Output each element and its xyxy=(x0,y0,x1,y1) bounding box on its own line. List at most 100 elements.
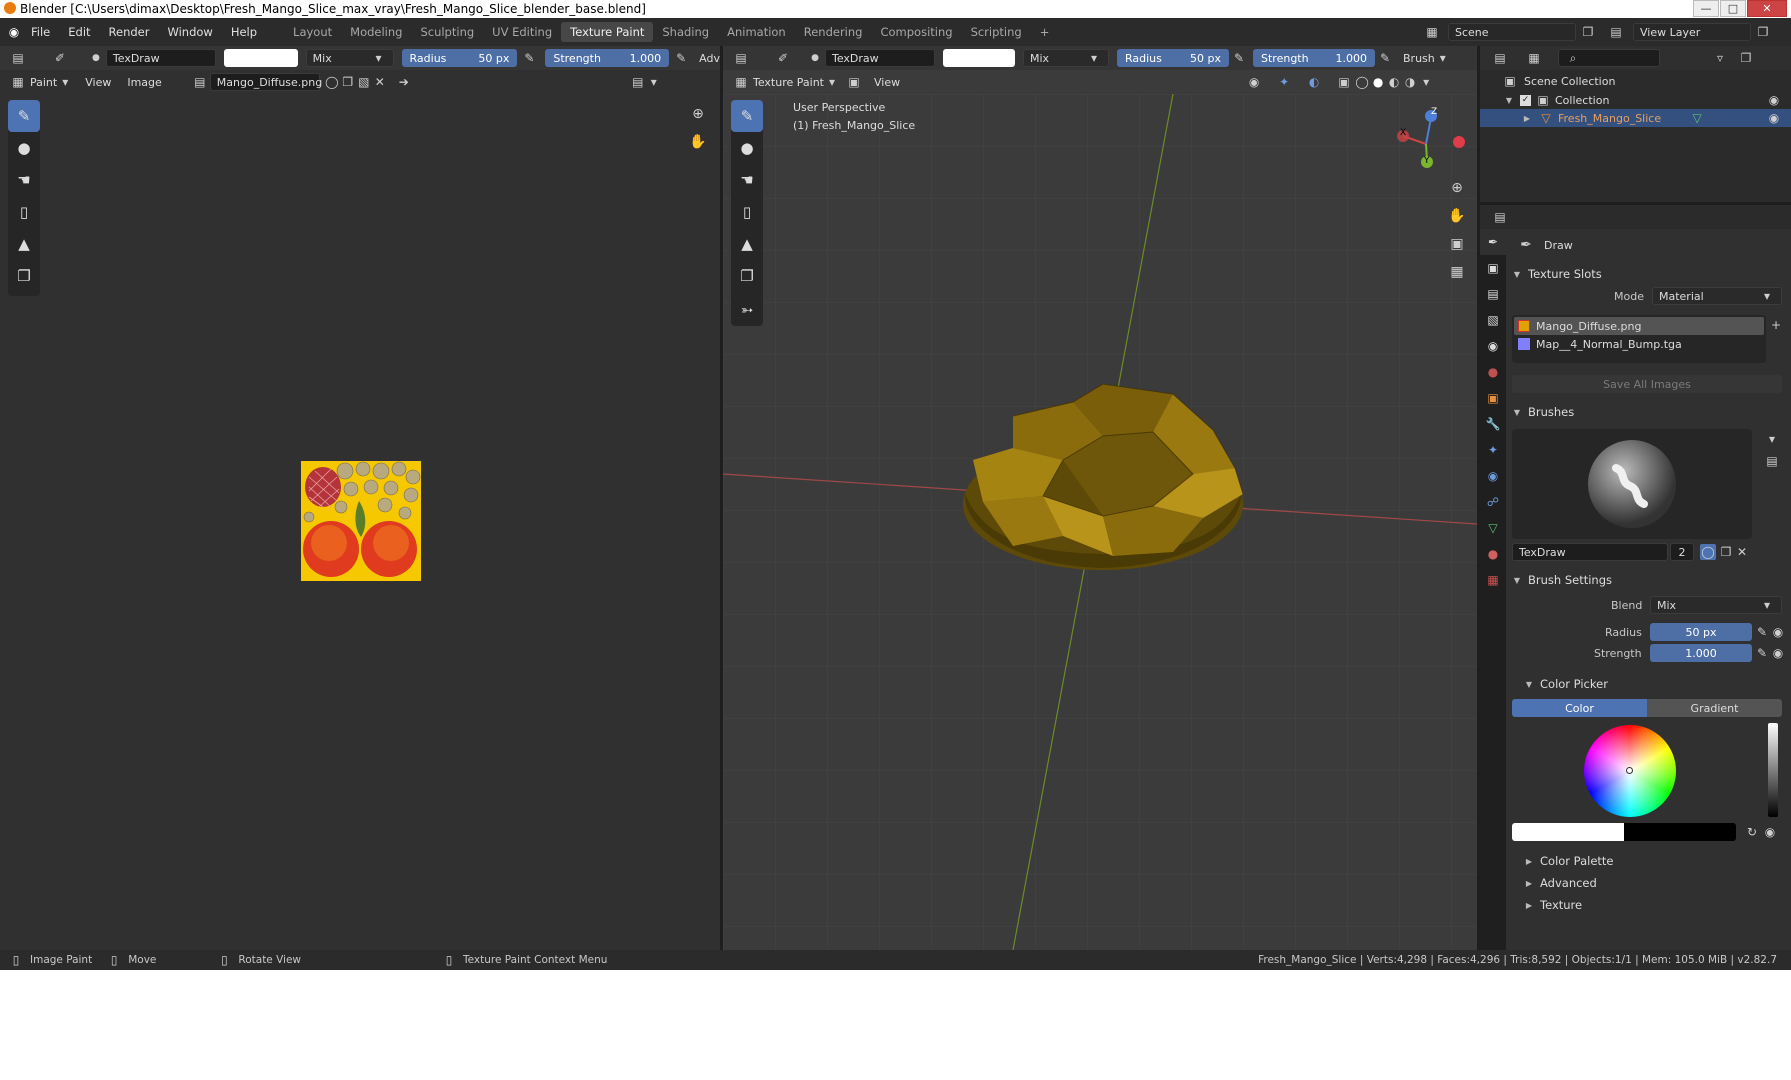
wireframe-shading-icon[interactable]: ◯ xyxy=(1354,74,1370,90)
color-cursor[interactable] xyxy=(1626,767,1633,774)
blend-dropdown[interactable]: Mix ▾ xyxy=(305,49,394,67)
tab-scripting[interactable]: Scripting xyxy=(962,22,1031,42)
tab-compositing[interactable]: Compositing xyxy=(871,22,961,42)
outliner-row-object[interactable]: ▶ ▽ Fresh_Mango_Slice ▽ ◉ xyxy=(1480,109,1791,127)
brushes-panel-header[interactable]: ▼ Brushes xyxy=(1512,401,1574,423)
xray-icon[interactable]: ▣ xyxy=(1336,74,1352,90)
smear-tool-icon[interactable]: ☚ xyxy=(8,164,40,196)
mango-diffuse-texture[interactable] xyxy=(301,461,421,581)
brush-icon[interactable]: ✐ xyxy=(775,50,791,66)
close-button[interactable]: ✕ xyxy=(1747,0,1787,17)
output-tab-icon[interactable]: ▤ xyxy=(1480,281,1506,307)
annotate-tool-icon[interactable]: ➳ xyxy=(731,294,763,326)
navigation-gizmo[interactable] xyxy=(1393,106,1473,186)
brush-icon[interactable]: ✐ xyxy=(52,50,68,66)
blender-menu-icon[interactable]: ◉ xyxy=(6,24,22,40)
camera-view-icon[interactable]: ▣ xyxy=(1449,236,1465,252)
menu-render[interactable]: Render xyxy=(100,25,159,39)
tab-uv-editing[interactable]: UV Editing xyxy=(483,22,561,42)
editor-type-icon[interactable]: ▤ xyxy=(1492,209,1508,225)
mesh-data-icon[interactable]: ▽ xyxy=(1689,110,1705,126)
add-slot-icon[interactable]: + xyxy=(1768,317,1784,333)
brush-users-count[interactable]: 2 xyxy=(1670,543,1694,561)
new-collection-icon[interactable]: ❐ xyxy=(1738,50,1754,66)
color-palette-panel-header[interactable]: ▶ Color Palette xyxy=(1524,850,1614,872)
brush-name-field[interactable]: TexDraw xyxy=(825,49,935,67)
color-tab[interactable]: Color xyxy=(1512,699,1647,717)
texture-mode-dropdown[interactable]: Material ▾ xyxy=(1652,287,1782,305)
brush-color-swatch[interactable] xyxy=(223,49,298,67)
fill-tool-icon[interactable]: ▲ xyxy=(8,228,40,260)
draw-tool-icon[interactable]: ✎ xyxy=(8,100,40,132)
brush-name-field[interactable]: TexDraw xyxy=(1512,543,1668,561)
outliner-row-scene-collection[interactable]: ▣ Scene Collection xyxy=(1502,73,1615,89)
expand-arrow-icon[interactable]: ▼ xyxy=(1504,96,1514,105)
strength-slider[interactable]: 1.000 xyxy=(1650,644,1752,662)
pan-hand-icon[interactable]: ✋ xyxy=(689,134,706,150)
radius-slider[interactable]: 50 px xyxy=(1650,623,1752,641)
particles-tab-icon[interactable]: ✦ xyxy=(1480,437,1506,463)
unlink-brush-icon[interactable]: ✕ xyxy=(1734,544,1750,560)
brush-name-field[interactable]: TexDraw xyxy=(105,49,216,67)
mask-toggle-icon[interactable]: ▣ xyxy=(846,74,862,90)
constraints-tab-icon[interactable]: ☍ xyxy=(1480,489,1506,515)
solid-shading-icon[interactable]: ● xyxy=(1370,74,1386,90)
filter-icon[interactable]: ▿ xyxy=(1712,50,1728,66)
texture-slot-item[interactable]: Map__4_Normal_Bump.tga xyxy=(1514,335,1764,353)
brush-menu[interactable]: Brush xyxy=(1403,52,1435,65)
mode-dropdown[interactable]: Texture Paint xyxy=(753,76,824,89)
value-slider[interactable] xyxy=(1768,723,1778,817)
soften-tool-icon[interactable]: ● xyxy=(731,132,763,164)
outliner-search-input[interactable]: ⌕ xyxy=(1558,49,1660,67)
material-shading-icon[interactable]: ◐ xyxy=(1386,74,1402,90)
editor-type-icon[interactable]: ▤ xyxy=(10,50,26,66)
primary-color-swatch[interactable] xyxy=(1512,823,1624,841)
brush-image-icon[interactable]: ▤ xyxy=(1764,453,1780,469)
checkbox-icon[interactable]: ✓ xyxy=(1520,94,1531,106)
blend-dropdown[interactable]: Mix ▾ xyxy=(1650,596,1782,614)
unified-color-icon[interactable]: ◉ xyxy=(1762,824,1778,840)
scene-tab-icon[interactable]: ◉ xyxy=(1480,333,1506,359)
fake-user-icon[interactable]: ● xyxy=(807,50,823,66)
brush-settings-panel-header[interactable]: ▼ Brush Settings xyxy=(1512,569,1612,591)
soften-tool-icon[interactable]: ● xyxy=(8,132,40,164)
fill-tool-icon[interactable]: ▲ xyxy=(731,228,763,260)
eye-icon[interactable]: ◉ xyxy=(1766,92,1782,108)
radius-slider[interactable]: Radius 50 px xyxy=(401,49,518,67)
pressure-icon[interactable]: ✎ xyxy=(1231,50,1247,66)
secondary-color-swatch[interactable] xyxy=(1624,823,1736,841)
render-tab-icon[interactable]: ▣ xyxy=(1480,255,1506,281)
strength-slider[interactable]: Strength 1.000 xyxy=(545,49,670,67)
tab-shading[interactable]: Shading xyxy=(653,22,718,42)
texture-panel-header[interactable]: ▶ Texture xyxy=(1524,894,1582,916)
tab-sculpting[interactable]: Sculpting xyxy=(411,22,483,42)
swap-colors-icon[interactable]: ↻ xyxy=(1744,824,1760,840)
chevron-down-icon[interactable]: ▾ xyxy=(1764,431,1780,447)
strength-slider[interactable]: Strength 1.000 xyxy=(1253,49,1375,67)
fake-user-shield-icon[interactable]: ◯ xyxy=(324,74,340,90)
material-tab-icon[interactable]: ● xyxy=(1480,541,1506,567)
texture-tab-icon[interactable]: ▦ xyxy=(1480,567,1506,593)
view-layer-tab-icon[interactable]: ▧ xyxy=(1480,307,1506,333)
brush-preview[interactable] xyxy=(1512,429,1752,539)
clone-tool-icon[interactable]: ▯ xyxy=(731,196,763,228)
menu-image[interactable]: Image xyxy=(127,76,161,89)
viewport-3d-area[interactable]: ▤ ✐ ● TexDraw Mix ▾ Radius 50 px ✎ Strengt… xyxy=(723,46,1477,950)
editor-type-icon[interactable]: ▤ xyxy=(1492,50,1508,66)
advanced-menu[interactable]: Adv xyxy=(699,52,720,65)
mango-slice-mesh[interactable] xyxy=(953,376,1253,576)
radius-slider[interactable]: Radius 50 px xyxy=(1117,49,1229,67)
pressure-strength-icon[interactable]: ✎ xyxy=(673,50,689,66)
menu-edit[interactable]: Edit xyxy=(59,25,99,39)
mask-tool-icon[interactable]: ❐ xyxy=(8,260,40,292)
tab-rendering[interactable]: Rendering xyxy=(795,22,872,42)
overlay-toggle-icon[interactable]: ◐ xyxy=(1306,74,1322,90)
scene-field[interactable]: Scene xyxy=(1448,23,1576,41)
pin-icon[interactable]: ➔ xyxy=(396,74,412,90)
menu-view[interactable]: View xyxy=(85,76,111,89)
object-tab-icon[interactable]: ▣ xyxy=(1480,385,1506,411)
menu-help[interactable]: Help xyxy=(222,25,266,39)
zoom-icon[interactable]: ⊕ xyxy=(1449,180,1465,196)
pressure-icon[interactable]: ✎ xyxy=(1754,624,1770,640)
tab-modeling[interactable]: Modeling xyxy=(341,22,411,42)
